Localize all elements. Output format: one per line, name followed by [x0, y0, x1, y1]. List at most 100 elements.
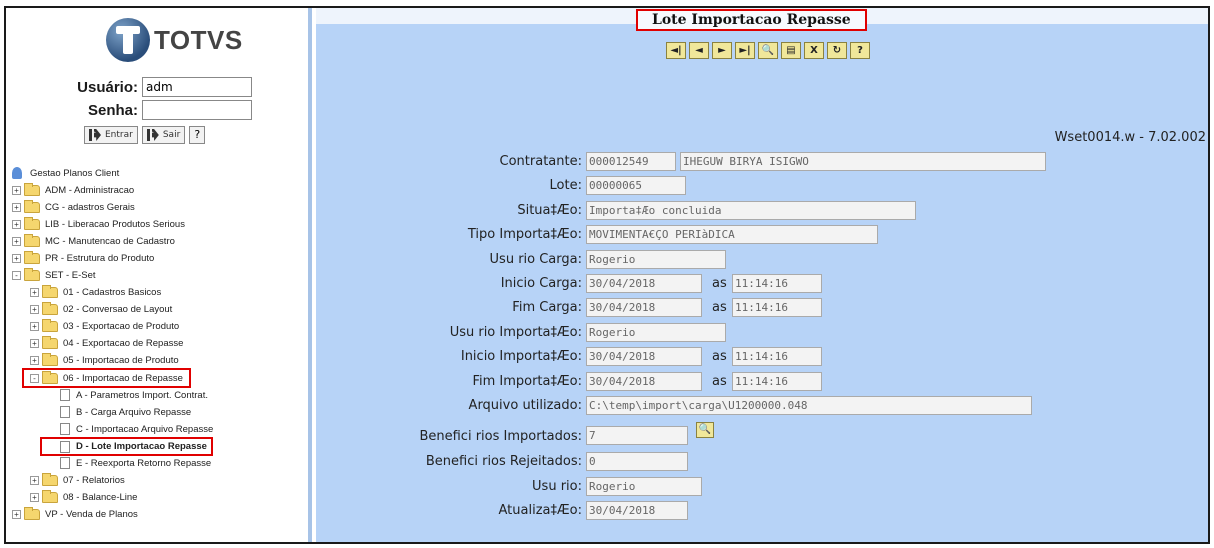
list-icon: ▤ — [786, 45, 796, 56]
atualizacao-field[interactable]: 30/04/2018 — [586, 501, 688, 520]
tree-item-adm[interactable]: + ADM - Administracao — [12, 182, 134, 197]
collapse-icon[interactable]: - — [30, 373, 39, 383]
tree-item-label: VP - Venda de Planos — [45, 508, 138, 520]
tree-item-set[interactable]: - SET - E-Set — [12, 267, 96, 282]
arquivo-field[interactable]: C:\temp\import\carga\U1200000.048 — [586, 396, 1032, 415]
tree-item-vp[interactable]: + VP - Venda de Planos — [12, 506, 138, 521]
fim-carga-time-field[interactable]: 11:14:16 — [732, 298, 822, 317]
expand-icon[interactable]: + — [12, 185, 21, 195]
version-label: Wset0014.w - 7.02.002 — [1054, 130, 1206, 145]
expand-icon[interactable]: + — [12, 202, 21, 212]
tree-item-set-06[interactable]: - 06 - Importacao de Repasse — [22, 368, 191, 388]
expand-icon[interactable]: + — [12, 253, 21, 263]
fim-importacao-time-field[interactable]: 11:14:16 — [732, 372, 822, 391]
folder-open-icon — [24, 267, 40, 281]
folder-icon — [42, 352, 58, 366]
usuario-input[interactable]: adm — [142, 77, 252, 97]
prev-button[interactable]: ◄ — [689, 42, 709, 59]
tree-item-label: PR - Estrutura do Produto — [45, 252, 155, 264]
tree-item-cg[interactable]: + CG - adastros Gerais — [12, 199, 135, 214]
search-button[interactable]: 🔍 — [758, 42, 778, 59]
usuario-row: Usuário: adm — [58, 77, 252, 97]
exit-icon — [146, 129, 159, 141]
collapse-icon[interactable]: - — [12, 270, 21, 280]
left-sidebar: TOTVS Usuário: adm Senha: Entrar Sair ? — [6, 8, 312, 542]
fim-carga-date-field[interactable]: 30/04/2018 — [586, 298, 702, 317]
expand-icon[interactable]: + — [30, 355, 39, 365]
next-button[interactable]: ► — [712, 42, 732, 59]
first-button[interactable]: ◄| — [666, 42, 686, 59]
expand-icon[interactable]: + — [12, 509, 21, 519]
entrar-button[interactable]: Entrar — [84, 126, 138, 144]
tree-item-set-04[interactable]: + 04 - Exportacao de Repasse — [30, 335, 183, 350]
help-button[interactable]: ? — [189, 126, 206, 144]
folder-icon — [42, 301, 58, 315]
sair-button[interactable]: Sair — [141, 126, 186, 144]
situacao-field[interactable]: Importa‡Æo concluida — [586, 201, 916, 220]
senha-input[interactable] — [142, 100, 252, 120]
as-label: as — [712, 349, 727, 364]
expand-icon[interactable]: + — [12, 236, 21, 246]
beneficiarios-search-button[interactable]: 🔍 — [696, 422, 714, 438]
beneficiarios-importados-field[interactable]: 7 — [586, 426, 688, 445]
folder-icon — [42, 489, 58, 503]
expand-icon[interactable]: + — [12, 219, 21, 229]
list-button[interactable]: ▤ — [781, 42, 801, 59]
usuario-carga-field[interactable]: Rogerio — [586, 250, 726, 269]
tree-item-repasse-c[interactable]: C - Importacao Arquivo Repasse — [60, 422, 213, 436]
fim-carga-label: Fim Carga: — [512, 300, 582, 315]
logo-text: TOTVS — [154, 24, 243, 55]
expand-icon[interactable]: + — [30, 321, 39, 331]
tree-item-repasse-e[interactable]: E - Reexporta Retorno Repasse — [60, 456, 211, 470]
tree-item-label: A - Parametros Import. Contrat. — [76, 389, 208, 401]
inicio-carga-date-field[interactable]: 30/04/2018 — [586, 274, 702, 293]
tree-item-lib[interactable]: + LIB - Liberacao Produtos Serious — [12, 216, 185, 231]
expand-icon[interactable]: + — [30, 492, 39, 502]
tree-item-set-05[interactable]: + 05 - Importacao de Produto — [30, 352, 179, 367]
tree-item-set-07[interactable]: + 07 - Relatorios — [30, 472, 125, 487]
refresh-icon: ↻ — [832, 45, 842, 56]
inicio-importacao-time-field[interactable]: 11:14:16 — [732, 347, 822, 366]
tree-item-mc[interactable]: + MC - Manutencao de Cadastro — [12, 233, 175, 248]
tipo-importacao-field[interactable]: MOVIMENTA€ÇO PERIàDICA — [586, 225, 878, 244]
first-icon: ◄| — [670, 45, 682, 56]
inicio-importacao-label: Inicio Importa‡Æo: — [460, 349, 582, 364]
document-icon — [60, 440, 70, 453]
tree-item-repasse-d[interactable]: D - Lote Importacao Repasse — [40, 437, 213, 456]
tree-item-label: C - Importacao Arquivo Repasse — [76, 423, 214, 435]
last-button[interactable]: ►| — [735, 42, 755, 59]
beneficiarios-rejeitados-field[interactable]: 0 — [586, 452, 688, 471]
inicio-carga-time-field[interactable]: 11:14:16 — [732, 274, 822, 293]
fim-importacao-date-field[interactable]: 30/04/2018 — [586, 372, 702, 391]
inicio-importacao-date-field[interactable]: 30/04/2018 — [586, 347, 702, 366]
expand-icon[interactable]: + — [30, 287, 39, 297]
tree-item-set-08[interactable]: + 08 - Balance-Line — [30, 489, 137, 504]
refresh-button[interactable]: ↻ — [827, 42, 847, 59]
contratante-code-field[interactable]: 000012549 — [586, 152, 676, 171]
usuario-carga-label: Usu rio Carga: — [489, 252, 582, 267]
usuario-field[interactable]: Rogerio — [586, 477, 702, 496]
tree-item-repasse-b[interactable]: B - Carga Arquivo Repasse — [60, 405, 191, 419]
expand-icon[interactable]: + — [30, 475, 39, 485]
help-button[interactable]: ? — [850, 42, 870, 59]
tree-item-repasse-a[interactable]: A - Parametros Import. Contrat. — [60, 388, 208, 402]
tree-root[interactable]: Gestao Planos Client — [12, 166, 119, 180]
tree-item-set-02[interactable]: + 02 - Conversao de Layout — [30, 301, 172, 316]
main-content: Lote Importacao Repasse ◄| ◄ ► ►| 🔍 ▤ X … — [316, 8, 1208, 542]
sair-label: Sair — [162, 130, 181, 140]
tree-item-set-03[interactable]: + 03 - Exportacao de Produto — [30, 318, 179, 333]
contratante-name-field[interactable]: IHEGUW BIRYA ISIGWO — [680, 152, 1046, 171]
usuario-importacao-field[interactable]: Rogerio — [586, 323, 726, 342]
tree-item-set-01[interactable]: + 01 - Cadastros Basicos — [30, 284, 161, 299]
close-icon: X — [810, 45, 818, 56]
close-button[interactable]: X — [804, 42, 824, 59]
expand-icon[interactable]: + — [30, 304, 39, 314]
expand-icon[interactable]: + — [30, 338, 39, 348]
tree-item-pr[interactable]: + PR - Estrutura do Produto — [12, 250, 155, 265]
nav-toolbar: ◄| ◄ ► ►| 🔍 ▤ X ↻ ? — [666, 42, 870, 59]
globe-icon — [106, 18, 150, 62]
lote-field[interactable]: 00000065 — [586, 176, 686, 195]
folder-icon — [24, 216, 40, 230]
as-label: as — [712, 276, 727, 291]
folder-icon — [24, 506, 40, 520]
